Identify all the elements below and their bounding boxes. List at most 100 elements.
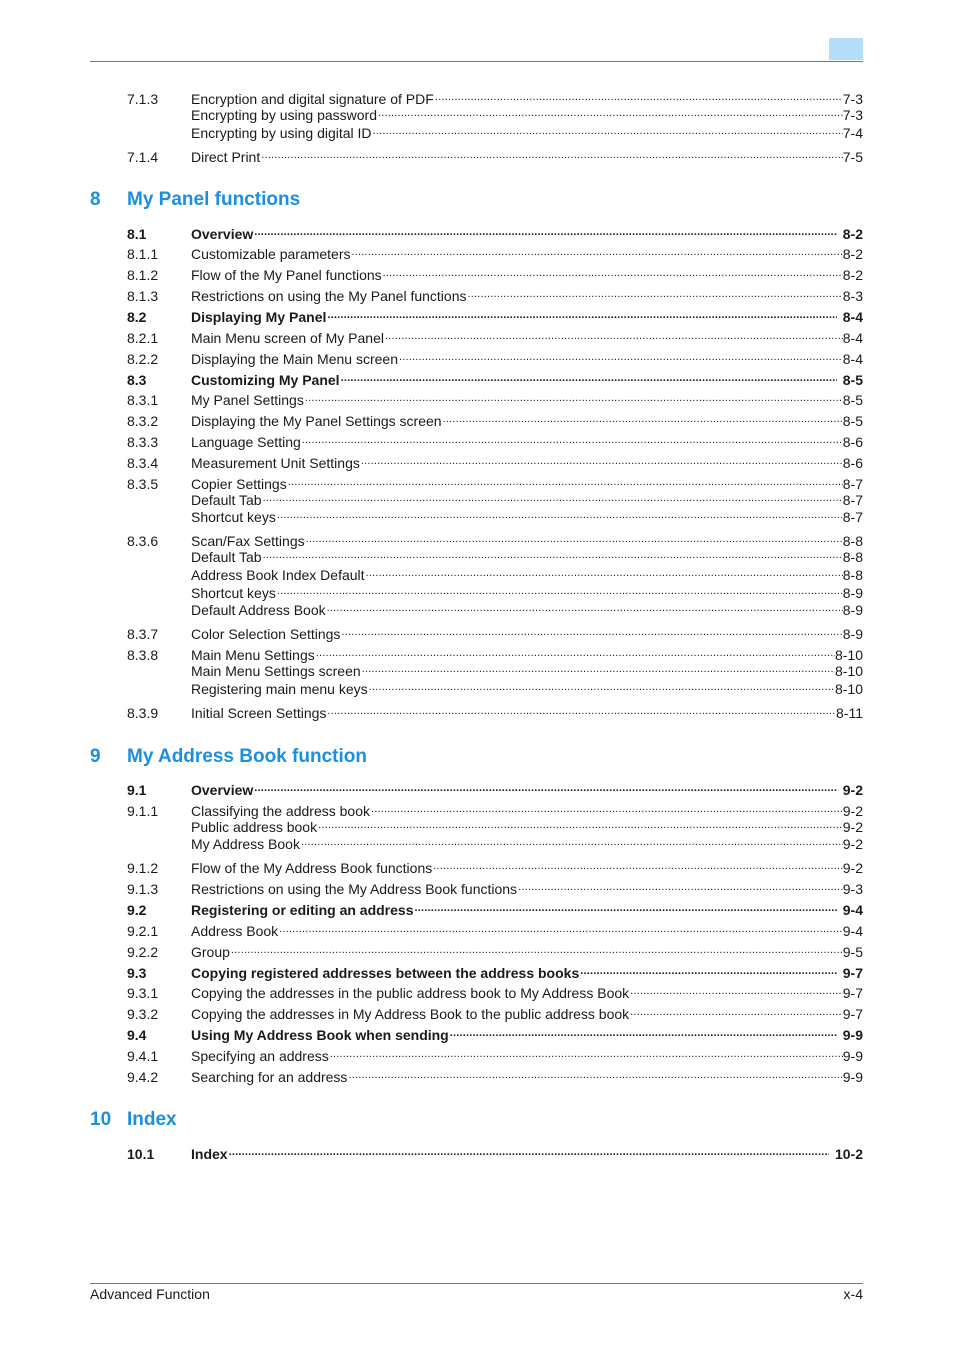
- entry-number: 8.3.7: [127, 626, 159, 642]
- toc-entry[interactable]: 9.1.2 Flow of the My Address Book functio…: [127, 856, 863, 876]
- toc-entry[interactable]: 7.1.4 Direct Print 7-5: [127, 145, 863, 165]
- toc-entry[interactable]: Encrypting by using digital ID 7-4: [127, 121, 863, 141]
- toc-section-entry[interactable]: 8.2 Displaying My Panel 8-4: [127, 305, 863, 325]
- entry-number: 9.3.2: [127, 1006, 159, 1022]
- toc-entry[interactable]: 8.3.9 Initial Screen Settings 8-11: [127, 701, 863, 721]
- chapter-tab-marker: [829, 38, 863, 60]
- toc-entry[interactable]: 8.3.6Scan/Fax Settings8-8: [127, 529, 863, 549]
- toc-entry[interactable]: Address Book Index Default8-8: [127, 563, 863, 583]
- entry-title: Default Address Book: [191, 602, 326, 618]
- header-rule: [90, 61, 863, 62]
- entry-page-number: 9-3: [842, 881, 863, 897]
- toc-section-entry[interactable]: 9.1 Overview 9-2: [127, 778, 863, 798]
- toc-entry[interactable]: 8.3.1 My Panel Settings 8-5: [127, 388, 863, 408]
- toc-entry[interactable]: Default Tab8-8: [127, 545, 863, 565]
- entry-number: 9.3.1: [127, 985, 159, 1001]
- entry-page-number: 8-5: [842, 413, 863, 429]
- entry-page-number: 8-5: [842, 372, 863, 388]
- entry-title: Displaying My Panel: [191, 309, 327, 325]
- toc-entry[interactable]: 9.3.1 Copying the addresses in the public…: [127, 981, 863, 1001]
- entry-title: My Panel Settings: [191, 392, 304, 408]
- entry-title: Encrypting by using digital ID: [191, 125, 372, 141]
- entry-page-number: 9-7: [842, 1006, 863, 1022]
- dot-leader: [433, 856, 843, 873]
- toc-entry[interactable]: Default Address Book 8-9: [127, 598, 863, 618]
- dot-leader: [263, 545, 843, 562]
- entry-number: 9.1.3: [127, 881, 159, 897]
- toc-entry[interactable]: Shortcut keys 8-7: [127, 505, 863, 525]
- toc-entry[interactable]: Shortcut keys8-9: [127, 581, 863, 601]
- entry-title: Language Setting: [191, 434, 301, 450]
- entry-title: Group: [191, 944, 230, 960]
- toc-entry[interactable]: Default Tab8-7: [127, 488, 863, 508]
- chapter-heading[interactable]: 9 My Address Book function: [90, 746, 367, 768]
- toc-entry[interactable]: 9.1.3 Restrictions on using the My Addres…: [127, 877, 863, 897]
- toc-entry[interactable]: 9.2.2 Group 9-5: [127, 940, 863, 960]
- entry-page-number: 8-2: [842, 226, 863, 242]
- toc-section-entry[interactable]: 8.3 Customizing My Panel 8-5: [127, 368, 863, 388]
- toc-entry[interactable]: 8.3.4 Measurement Unit Settings 8-6: [127, 451, 863, 471]
- entry-title: Restrictions on using the My Panel funct…: [191, 288, 467, 304]
- dot-leader: [435, 87, 843, 104]
- entry-number: 9.1.2: [127, 860, 159, 876]
- toc-entry[interactable]: 8.1.3 Restrictions on using the My Panel …: [127, 284, 863, 304]
- entry-page-number: 9-9: [842, 1027, 863, 1043]
- entry-page-number: 8-3: [842, 288, 863, 304]
- dot-leader: [399, 347, 843, 364]
- toc-entry[interactable]: Main Menu Settings screen8-10: [127, 659, 863, 679]
- entry-number: 9.3: [127, 965, 147, 981]
- entry-page-number: 8-2: [842, 267, 863, 283]
- toc-section-entry[interactable]: 8.1 Overview 8-2: [127, 222, 863, 242]
- entry-page-number: 8-5: [842, 392, 863, 408]
- entry-page-number: 8-6: [842, 434, 863, 450]
- dot-leader: [415, 898, 837, 915]
- toc-entry[interactable]: Registering main menu keys 8-10: [127, 677, 863, 697]
- dot-leader: [330, 1044, 843, 1061]
- entry-title: Using My Address Book when sending: [191, 1027, 449, 1043]
- toc-entry[interactable]: Encrypting by using password7-3: [127, 103, 863, 123]
- toc-entry[interactable]: My Address Book 9-2: [127, 832, 863, 852]
- entry-number: 8.1.2: [127, 267, 159, 283]
- toc-entry[interactable]: 9.3.2 Copying the addresses in My Address…: [127, 1002, 863, 1022]
- dot-leader: [302, 430, 843, 447]
- toc-entry[interactable]: 8.1.1 Customizable parameters 8-2: [127, 242, 863, 262]
- dot-leader: [383, 263, 843, 280]
- toc-entry[interactable]: 8.1.2 Flow of the My Panel functions 8-2: [127, 263, 863, 283]
- toc-entry[interactable]: 8.3.3 Language Setting 8-6: [127, 430, 863, 450]
- entry-number: 7.1.4: [127, 149, 159, 165]
- toc-section-entry[interactable]: 9.4 Using My Address Book when sending 9-9: [127, 1023, 863, 1043]
- entry-title: Color Selection Settings: [191, 626, 341, 642]
- entry-title: Registering main menu keys: [191, 681, 368, 697]
- toc-section-entry[interactable]: 9.2 Registering or editing an address 9-4: [127, 898, 863, 918]
- dot-leader: [261, 145, 843, 162]
- dot-leader: [327, 305, 836, 322]
- entry-number: 8.1.1: [127, 246, 159, 262]
- toc-section-entry[interactable]: 9.3 Copying registered addresses between …: [127, 961, 863, 981]
- toc-entry[interactable]: 8.3.2 Displaying the My Panel Settings sc…: [127, 409, 863, 429]
- toc-entry[interactable]: 7.1.3 Encryption and digital signature of…: [127, 87, 863, 107]
- entry-number: 9.2: [127, 902, 147, 918]
- dot-leader: [630, 981, 843, 998]
- toc-entry[interactable]: 9.1.1Classifying the address book9-2: [127, 799, 863, 819]
- entry-page-number: 9-4: [842, 902, 863, 918]
- toc-entry[interactable]: 9.4.1 Specifying an address 9-9: [127, 1044, 863, 1064]
- dot-leader: [580, 961, 837, 978]
- toc-section-entry[interactable]: 10.1 Index 10-2: [127, 1142, 863, 1162]
- toc-entry[interactable]: Public address book9-2: [127, 815, 863, 835]
- chapter-heading[interactable]: 8 My Panel functions: [90, 189, 300, 211]
- toc-entry[interactable]: 8.3.8Main Menu Settings8-10: [127, 643, 863, 663]
- entry-page-number: 10-2: [834, 1146, 863, 1162]
- chapter-heading[interactable]: 10 Index: [90, 1109, 177, 1131]
- dot-leader: [352, 242, 843, 259]
- toc-entry[interactable]: 9.2.1 Address Book 9-4: [127, 919, 863, 939]
- toc-entry[interactable]: 8.2.1 Main Menu screen of My Panel 8-4: [127, 326, 863, 346]
- toc-entry[interactable]: 9.4.2 Searching for an address 9-9: [127, 1065, 863, 1085]
- dot-leader: [362, 659, 835, 676]
- dot-leader: [385, 326, 843, 343]
- entry-number: 8.3: [127, 372, 147, 388]
- toc-entry[interactable]: 8.3.5Copier Settings8-7: [127, 472, 863, 492]
- toc-entry[interactable]: 8.2.2 Displaying the Main Menu screen 8-4: [127, 347, 863, 367]
- toc-entry[interactable]: 8.3.7 Color Selection Settings 8-9: [127, 622, 863, 642]
- dot-leader: [305, 388, 843, 405]
- dot-leader: [341, 368, 837, 385]
